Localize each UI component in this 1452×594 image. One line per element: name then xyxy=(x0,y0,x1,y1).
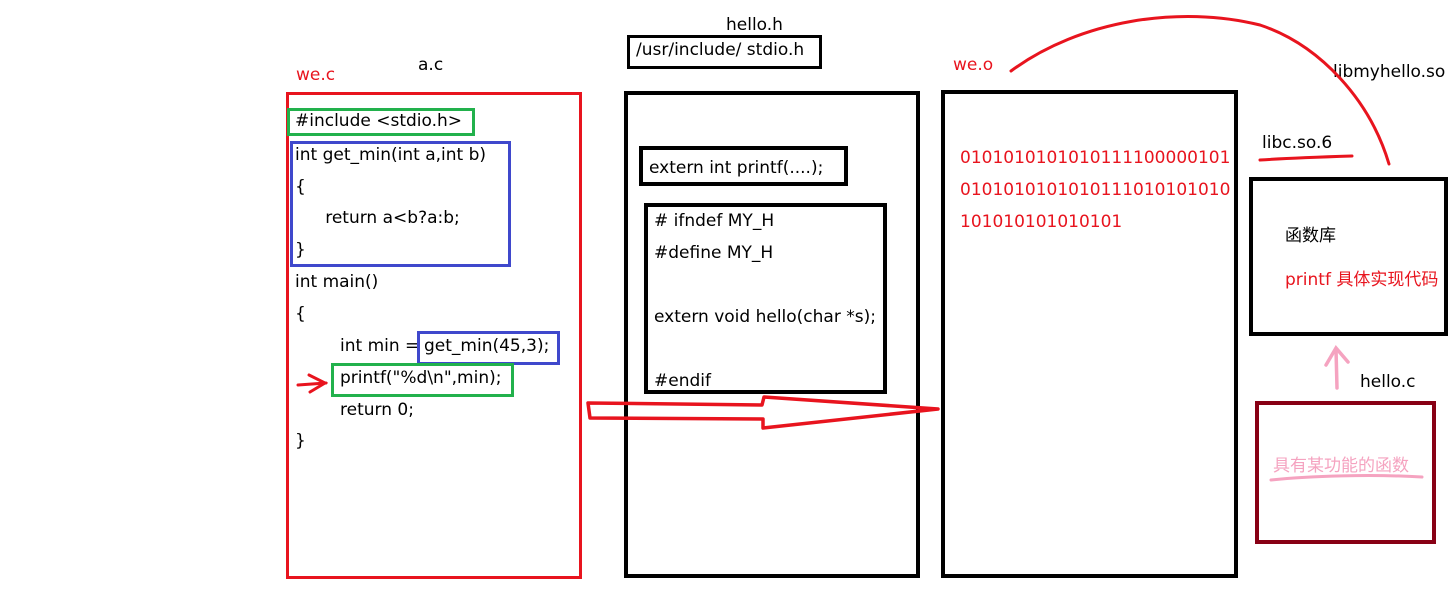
compile-arrow xyxy=(586,395,940,430)
link-arc xyxy=(1009,14,1391,166)
printf-pointer-arrow xyxy=(296,373,329,394)
libc-underline xyxy=(1258,154,1354,162)
hello-to-lib-arrow xyxy=(1324,345,1350,390)
annotation-layer xyxy=(296,14,1424,482)
hello-text-underline xyxy=(1269,474,1424,482)
